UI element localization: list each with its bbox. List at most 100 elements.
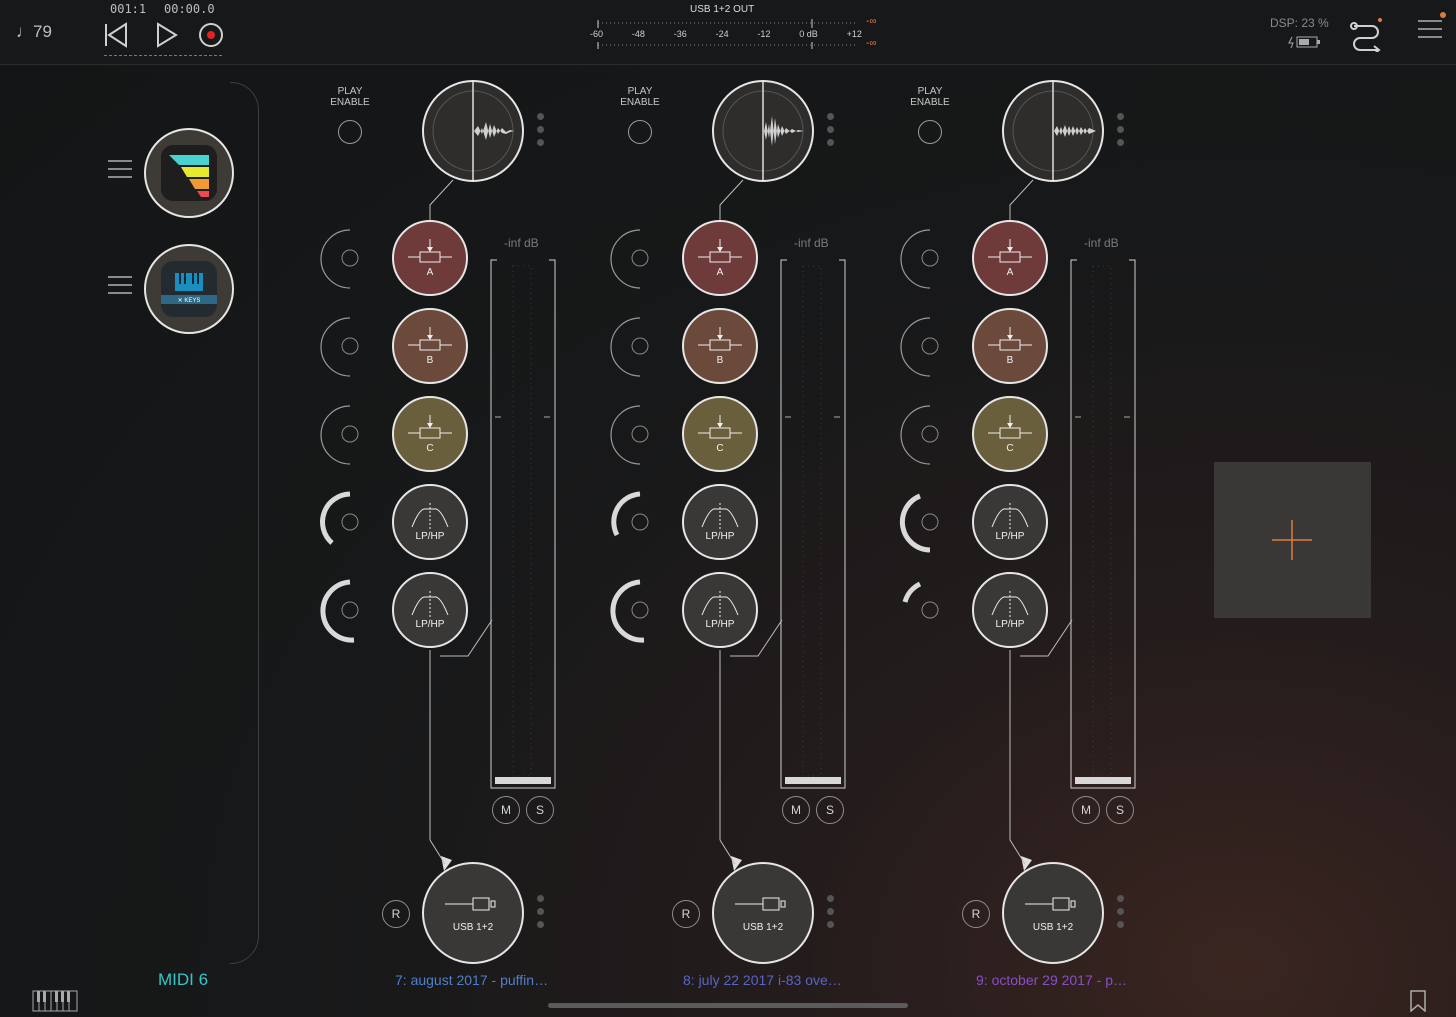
volume-fader[interactable] (491, 260, 555, 788)
output-meter-title: USB 1+2 OUT (690, 4, 755, 15)
play-enable-toggle[interactable] (338, 120, 362, 144)
fader-icon (408, 326, 452, 350)
midi-label[interactable]: MIDI 6 (158, 970, 208, 990)
send-label: B (716, 354, 724, 366)
send-label: C (1006, 442, 1014, 454)
output-label: USB 1+2 (1032, 921, 1074, 933)
time-display: 00:00.0 (164, 2, 215, 16)
fader-icon (408, 414, 452, 438)
track-name[interactable]: 8: july 22 2017 i-83 ove… (683, 972, 842, 988)
send-label: A (1006, 266, 1014, 278)
filter-knob-2[interactable]: LP/HP (972, 572, 1048, 648)
plug-icon (1025, 897, 1076, 910)
output-node[interactable]: USB 1+2 (712, 862, 814, 964)
plug-icon (735, 897, 786, 910)
filter-curve-icon (991, 502, 1029, 529)
filter-curve-icon (701, 590, 739, 617)
solo-button[interactable]: S (1106, 796, 1134, 824)
output-node[interactable]: USB 1+2 (1002, 862, 1104, 964)
volume-fader[interactable] (781, 260, 845, 788)
more-dots-icon[interactable] (537, 895, 544, 934)
more-dots-icon[interactable] (1117, 895, 1124, 934)
mute-button[interactable]: M (492, 796, 520, 824)
more-dots-icon[interactable] (827, 113, 834, 152)
instrument-slot-2[interactable]: ✕ KEYS (144, 244, 234, 334)
scale-tick: -36 (673, 29, 687, 39)
record-icon[interactable] (198, 22, 224, 53)
solo-button[interactable]: S (526, 796, 554, 824)
play-enable-toggle[interactable] (628, 120, 652, 144)
output-label: USB 1+2 (452, 921, 494, 933)
fader-db-readout: -inf dB (1084, 236, 1119, 250)
peak-readout-left: -∞ (866, 16, 877, 27)
mute-button[interactable]: M (1072, 796, 1100, 824)
audio-source-node[interactable] (1002, 80, 1104, 182)
tempo-display[interactable]: ♩79 (16, 22, 52, 42)
send-c-knob[interactable]: C (392, 396, 468, 472)
send-a-knob[interactable]: A (392, 220, 468, 296)
bookmark-icon[interactable] (1410, 990, 1426, 1017)
send-a-knob[interactable]: A (682, 220, 758, 296)
filter-knob-2[interactable]: LP/HP (682, 572, 758, 648)
send-b-knob[interactable]: B (392, 308, 468, 384)
solo-button[interactable]: S (816, 796, 844, 824)
scale-tick: +12 (846, 29, 862, 39)
piano-keyboard-icon[interactable] (32, 990, 78, 1017)
play-enable-label: PLAY ENABLE (910, 86, 950, 108)
send-label: A (716, 266, 724, 278)
send-label: C (426, 442, 434, 454)
filter-label: LP/HP (705, 618, 735, 630)
record-arm-button[interactable]: R (672, 900, 700, 928)
waveform-icon (1012, 82, 1096, 180)
instrument-slot-1[interactable] (144, 128, 234, 218)
scale-tick: -12 (757, 29, 771, 39)
menu-icon[interactable] (1418, 12, 1446, 44)
send-c-knob[interactable]: C (972, 396, 1048, 472)
volume-fader[interactable] (1071, 260, 1135, 788)
play-enable-label: PLAY ENABLE (330, 86, 370, 108)
send-b-knob[interactable]: B (682, 308, 758, 384)
dsp-readout: DSP: 23 % (1270, 16, 1329, 30)
fader-db-readout: -inf dB (504, 236, 539, 250)
track-name[interactable]: 7: august 2017 - puffin… (395, 972, 548, 988)
audio-source-node[interactable] (712, 80, 814, 182)
filter-label: LP/HP (995, 530, 1025, 542)
send-label: B (426, 354, 434, 366)
scale-tick: -60 (590, 29, 604, 39)
add-track-button[interactable] (1214, 462, 1371, 618)
more-dots-icon[interactable] (1117, 113, 1124, 152)
output-node[interactable]: USB 1+2 (422, 862, 524, 964)
more-dots-icon[interactable] (827, 895, 834, 934)
more-dots-icon[interactable] (537, 113, 544, 152)
play-icon[interactable] (156, 22, 178, 53)
send-c-knob[interactable]: C (682, 396, 758, 472)
scale-tick: 0 dB (799, 29, 818, 39)
filter-knob-1[interactable]: LP/HP (972, 484, 1048, 560)
home-indicator (548, 1003, 908, 1008)
skip-back-icon[interactable] (104, 22, 128, 53)
filter-knob-1[interactable]: LP/HP (392, 484, 468, 560)
drag-handle-icon[interactable] (108, 270, 132, 300)
track-strip: PLAY ENABLE A B C LP/HP LP/HP -inf dB M … (600, 80, 860, 1000)
send-a-knob[interactable]: A (972, 220, 1048, 296)
track-name[interactable]: 9: october 29 2017 - p… (976, 972, 1127, 988)
mute-button[interactable]: M (782, 796, 810, 824)
fader-icon (698, 326, 742, 350)
audio-source-node[interactable] (422, 80, 524, 182)
waveform-icon (432, 82, 514, 180)
filter-knob-1[interactable]: LP/HP (682, 484, 758, 560)
fader-icon (988, 326, 1032, 350)
fader-icon (988, 238, 1032, 262)
drag-handle-icon[interactable] (108, 154, 132, 184)
add-icon (1272, 520, 1312, 560)
battery-icon (1288, 35, 1322, 54)
scale-tick: -48 (631, 29, 645, 39)
colorful-stripes-app-icon (161, 145, 217, 201)
filter-label: LP/HP (705, 530, 735, 542)
filter-knob-2[interactable]: LP/HP (392, 572, 468, 648)
play-enable-toggle[interactable] (918, 120, 942, 144)
send-b-knob[interactable]: B (972, 308, 1048, 384)
record-arm-button[interactable]: R (382, 900, 410, 928)
routing-icon[interactable] (1350, 16, 1384, 57)
record-arm-button[interactable]: R (962, 900, 990, 928)
